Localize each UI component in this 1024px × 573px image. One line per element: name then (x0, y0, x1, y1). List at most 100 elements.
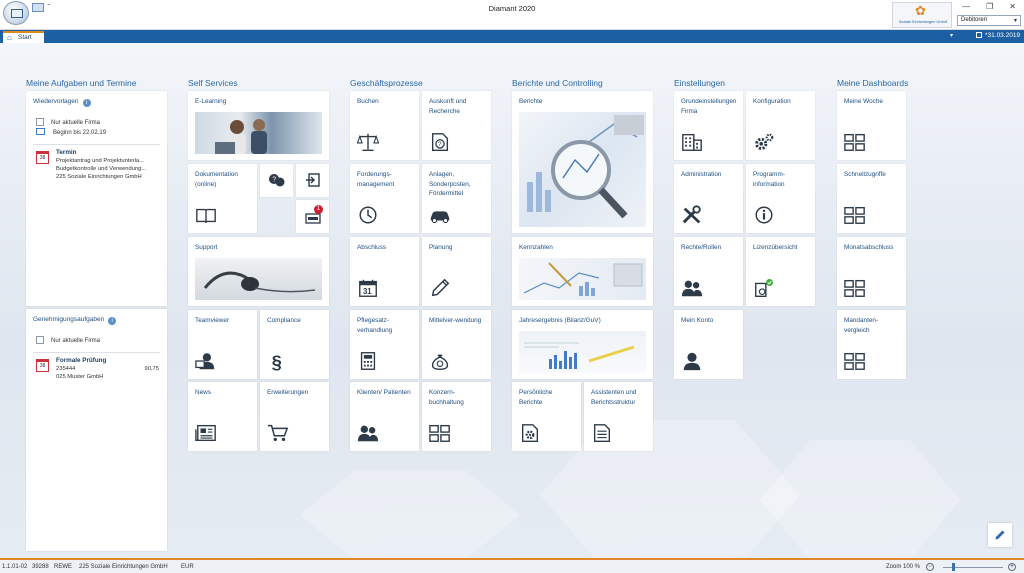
user-icon (683, 352, 701, 371)
chat-question-icon: ? (269, 174, 285, 187)
zoom-out-button[interactable]: − (926, 563, 934, 571)
pencil-icon (995, 530, 1005, 540)
tile-compliance[interactable]: Compliance § (260, 310, 329, 379)
tile-teamviewer[interactable]: Teamviewer (188, 310, 257, 379)
tile-planung[interactable]: Planung (422, 237, 491, 306)
notification-badge: 1 (314, 205, 323, 214)
divider (33, 144, 160, 145)
section-title-dashboards: Meine Dashboards (837, 78, 909, 88)
svg-text:?: ? (272, 177, 276, 184)
tools-icon (682, 205, 701, 224)
dashboard-grid-icon (844, 133, 865, 151)
home-icon: ⌂ (7, 33, 12, 42)
status-bar: 1.1.01-02 39288 REWE 225 Soziale Einrich… (0, 558, 1024, 573)
background-hexagon (300, 470, 520, 560)
tile-mandantenvergleich[interactable]: Mandanten-vergleich (837, 310, 906, 379)
car-icon (430, 211, 450, 224)
support-photo (195, 258, 322, 300)
date-filter[interactable]: Beginn bis 22.02.19 (36, 128, 106, 136)
tile-klienten[interactable]: Klienten/ Patienten (350, 382, 419, 451)
wiedervorlagen-panel: Wiedervorlagen i Nur aktuelle Firma Begin… (26, 91, 167, 306)
context-select[interactable]: Debitoren ▾ (957, 15, 1021, 26)
tile-berichte[interactable]: Berichte (512, 91, 653, 233)
building-icon (682, 133, 702, 151)
tab-bar: ⌂ Start ▾ *31.03.2019 (0, 30, 1024, 43)
tab-start[interactable]: ⌂ Start (3, 31, 44, 43)
info-icon[interactable]: i (108, 317, 117, 325)
document-list-icon (593, 424, 611, 442)
grid-icon (429, 424, 450, 442)
tile-konzern[interactable]: Konzern-buchhaltung (422, 382, 491, 451)
zoom-level: Zoom 100 % (886, 564, 921, 570)
tab-overflow-icon[interactable]: ▾ (950, 32, 953, 39)
clock-icon (359, 206, 377, 224)
zoom-slider-thumb[interactable] (952, 563, 955, 571)
tile-kennzahlen[interactable]: Kennzahlen (512, 237, 653, 306)
window-title: Diamant 2020 (488, 4, 536, 13)
genehmigung-title: Genehmigungsaufgaben i (33, 316, 117, 325)
money-bag-icon (431, 354, 449, 370)
zoom-in-button[interactable]: + (1008, 563, 1016, 571)
list-item[interactable]: Formale Prüfung 235444 90,75 025 Muster G… (56, 357, 159, 381)
filter-current-company[interactable]: Nur aktuelle Firma (36, 336, 100, 344)
tile-mein-konto[interactable]: Mein Konto (674, 310, 743, 379)
minimize-button[interactable]: — (962, 2, 970, 11)
svg-text:§: § (272, 351, 282, 371)
restore-button[interactable]: ❐ (986, 2, 993, 11)
tile-schnellzugriffe[interactable]: Schnellzugriffe (837, 164, 906, 233)
dashboard-grid-icon (844, 352, 865, 370)
svg-text:?: ? (438, 141, 442, 148)
calculator-icon (360, 352, 376, 370)
edit-dashboard-button[interactable] (988, 523, 1012, 547)
tile-erweiterungen[interactable]: Erweiterungen (260, 382, 329, 451)
tile-rechte[interactable]: Rechte/Rollen (674, 237, 743, 306)
list-item[interactable]: Termin Projektantrag und Projektunterla.… (56, 149, 146, 181)
document-question-icon: ? (431, 133, 449, 151)
tile-news[interactable]: News (188, 382, 257, 451)
filter-current-company[interactable]: Nur aktuelle Firma (36, 118, 100, 126)
tile-notifications[interactable]: 1 (296, 200, 329, 233)
tile-administration[interactable]: Administration (674, 164, 743, 233)
scales-icon (357, 133, 379, 151)
tile-lizenz[interactable]: Lizenzübersicht (746, 237, 815, 306)
tile-persoenliche-berichte[interactable]: Persönliche Berichte (512, 382, 581, 451)
tile-login[interactable] (296, 164, 329, 197)
checkbox[interactable] (36, 118, 44, 126)
section-title-settings: Einstellungen (674, 78, 726, 88)
tile-assistenten[interactable]: Assistenten und Berichtsstruktur (584, 382, 653, 451)
tile-mittelverwendung[interactable]: Mittelver-wendung (422, 310, 491, 379)
tile-forderung[interactable]: Forderungs-management (350, 164, 419, 233)
tile-pflegesatz[interactable]: Pflegesatz-verhandlung (350, 310, 419, 379)
newspaper-icon (195, 424, 216, 442)
calendar-31-icon: 31 (359, 279, 377, 297)
tile-auskunft[interactable]: Auskunft und Recherche ? (422, 91, 491, 160)
tile-jahresergebnis[interactable]: Jahresergebnis (Bilanz/GuV) (512, 310, 653, 379)
magnifier-report-photo (519, 112, 646, 227)
tile-monatsabschluss[interactable]: Monatsabschluss (837, 237, 906, 306)
close-button[interactable]: ✕ (1009, 2, 1016, 11)
tile-grundeinstellungen[interactable]: Grundeinstellungen Firma (674, 91, 743, 160)
elearning-photo (195, 112, 322, 154)
dashboard-grid-icon (844, 206, 865, 224)
info-icon[interactable]: i (82, 99, 91, 107)
wiedervorlagen-title: Wiedervorlagen i (33, 98, 91, 107)
license-check-icon (755, 279, 773, 297)
chevron-down-icon: ▾ (1013, 18, 1017, 24)
tile-konfiguration[interactable]: Konfiguration (746, 91, 815, 160)
tile-anlagen[interactable]: Anlagen, Sonderposten, Fördermittel (422, 164, 491, 233)
tile-abschluss[interactable]: Abschluss 31 (350, 237, 419, 306)
user-group-icon (681, 280, 703, 297)
status-company: 225 Soziale Einrichtungen GmbH (79, 564, 168, 570)
tile-buchen[interactable]: Buchen (350, 91, 419, 160)
tile-faq[interactable]: ? (260, 164, 293, 197)
tile-dokumentation[interactable]: Dokumentation (online) (188, 164, 257, 233)
tile-meine-woche[interactable]: Meine Woche (837, 91, 906, 160)
tile-programminfo[interactable]: Programm-information (746, 164, 815, 233)
document-gear-icon (521, 424, 539, 442)
work-date[interactable]: *31.03.2019 (976, 32, 1020, 39)
calendar-icon (36, 128, 45, 135)
tile-elearning[interactable]: E-Learning (188, 91, 329, 160)
tile-support[interactable]: Support (188, 237, 329, 306)
checkbox[interactable] (36, 336, 44, 344)
users-icon (357, 425, 379, 442)
